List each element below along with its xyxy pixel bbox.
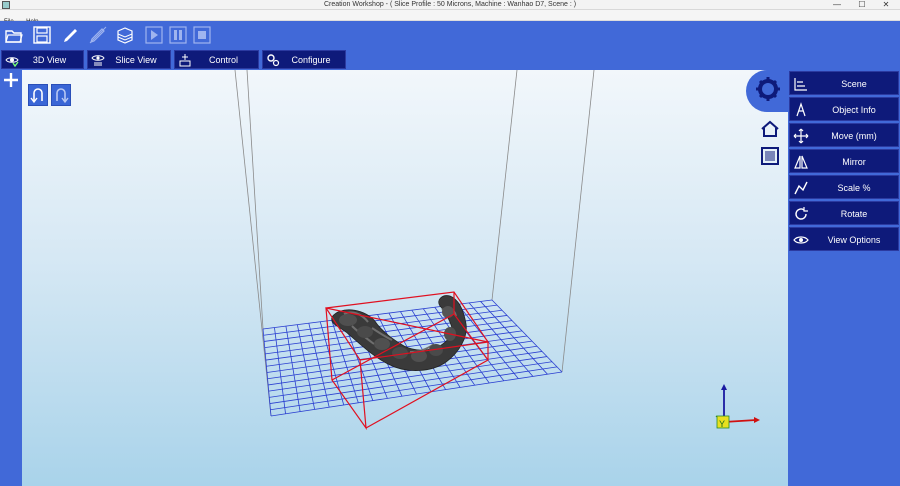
gear-icon (756, 77, 780, 101)
rotate-icon (795, 207, 808, 220)
right-panel: Scene Object Info Move (mm) Mirror Scale… (788, 70, 900, 486)
title-bar: Creation Workshop - ( Slice Profile : 50… (0, 0, 900, 10)
scene-canvas: Y (234, 70, 760, 431)
eye-icon (793, 236, 809, 244)
tab-control[interactable]: Control (174, 50, 259, 69)
move-icon (793, 128, 809, 144)
panel-object-info-button[interactable]: Object Info (789, 97, 899, 121)
panel-scale-button[interactable]: Scale % (789, 175, 899, 199)
minimize-button[interactable]: — (830, 0, 844, 10)
volume-edge (246, 70, 264, 330)
toolbar (0, 21, 900, 49)
scale-icon (794, 181, 808, 195)
panel-scene-button[interactable]: Scene (789, 71, 899, 95)
mirror-icon (794, 155, 808, 169)
view-tabs: 3D View Slice View Control Configure (0, 49, 900, 70)
axis-y-label: Y (719, 419, 725, 429)
3d-viewport[interactable]: Y (22, 70, 788, 486)
tab-configure[interactable]: Configure (262, 50, 346, 69)
slice-icon[interactable] (88, 25, 108, 45)
add-icon[interactable] (3, 72, 19, 88)
panel-move-button[interactable]: Move (mm) (789, 123, 899, 147)
window-title: Creation Workshop - ( Slice Profile : 50… (323, 1, 577, 8)
frame-icon[interactable] (760, 146, 780, 166)
open-icon[interactable] (4, 25, 24, 45)
close-button[interactable]: ✕ (879, 0, 893, 10)
volume-edge (491, 70, 518, 301)
volume-edge (234, 70, 272, 417)
settings-tab[interactable] (746, 70, 788, 112)
panel-label: Scene (841, 79, 867, 89)
maximize-button[interactable]: ☐ (855, 0, 869, 10)
grid-line (270, 366, 558, 411)
panel-label: Rotate (840, 209, 868, 219)
panel-label: Mirror (842, 157, 866, 167)
stop-icon[interactable] (192, 25, 212, 45)
left-strip (0, 70, 22, 486)
info-icon (796, 102, 806, 117)
tab-label: 3D View (32, 55, 67, 65)
tab-label: Slice View (115, 55, 157, 65)
menu-bar: File Help (0, 10, 900, 25)
panel-label: View Options (827, 235, 881, 245)
home-icon[interactable] (760, 119, 780, 139)
axis-gizmo: Y (715, 384, 760, 429)
panel-label: Scale % (837, 183, 871, 193)
tab-3d-view[interactable]: 3D View (1, 50, 84, 69)
tab-label: Control (208, 55, 238, 65)
scene-icon (794, 78, 807, 91)
volume-edge (561, 70, 595, 373)
paint-icon[interactable] (60, 25, 80, 45)
tab-slice-view[interactable]: Slice View (87, 50, 171, 69)
panel-mirror-button[interactable]: Mirror (789, 149, 899, 173)
panel-rotate-button[interactable]: Rotate (789, 201, 899, 225)
save-icon[interactable] (32, 25, 52, 45)
panel-label: Object Info (832, 105, 876, 115)
panel-label: Move (mm) (831, 131, 877, 141)
play-icon[interactable] (144, 25, 164, 45)
panel-view-options-button[interactable]: View Options (789, 227, 899, 251)
layers-icon[interactable] (115, 25, 135, 45)
pause-icon[interactable] (168, 25, 188, 45)
tab-label: Configure (291, 55, 331, 65)
